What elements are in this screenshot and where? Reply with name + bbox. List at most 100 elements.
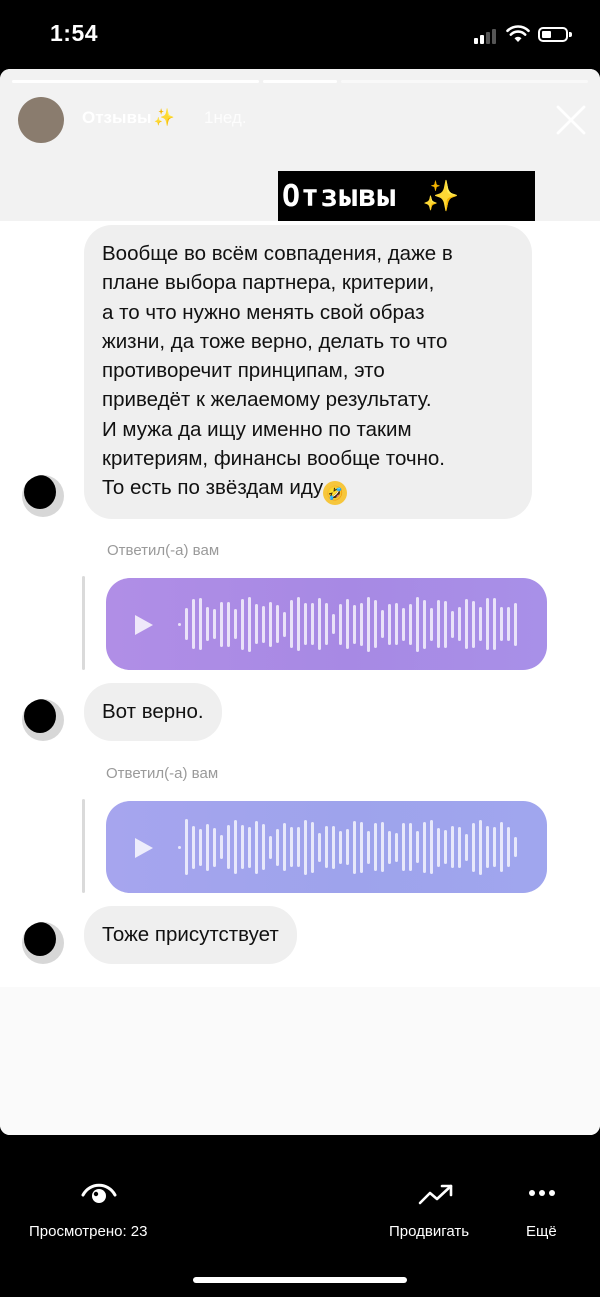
status-bar: 1:54 xyxy=(0,0,600,70)
waveform-bar xyxy=(367,596,370,652)
waveform-bar xyxy=(507,827,510,867)
waveform-bar xyxy=(234,609,237,639)
waveform-bar xyxy=(472,600,475,648)
eye-icon[interactable] xyxy=(80,1179,118,1207)
waveform-bar xyxy=(409,823,412,871)
more-button[interactable]: Ещё xyxy=(526,1223,557,1240)
waveform xyxy=(178,592,528,656)
replied-label: Ответил(-а) вам xyxy=(107,542,220,559)
home-indicator[interactable] xyxy=(193,1277,407,1283)
waveform-bar xyxy=(479,819,482,875)
waveform-bar xyxy=(395,603,398,645)
waveform-bar xyxy=(381,822,384,872)
waveform-bar xyxy=(283,823,286,871)
message-line: То есть по звёздам иду xyxy=(102,476,324,500)
trending-up-icon[interactable] xyxy=(418,1183,454,1205)
waveform-bar xyxy=(213,609,216,639)
voice-message[interactable] xyxy=(106,801,547,893)
message-bubble: Тоже присутствует xyxy=(84,906,297,964)
waveform-bar xyxy=(339,603,342,645)
waveform-bar xyxy=(437,600,440,648)
story-bottom-bar: Просмотрено: 23 Продвигать Ещё xyxy=(0,1135,600,1297)
waveform-bar xyxy=(276,605,279,643)
close-icon[interactable] xyxy=(554,103,588,137)
waveform-bar xyxy=(269,835,272,859)
waveform-bar xyxy=(381,610,384,638)
waveform-bar xyxy=(255,820,258,874)
waveform-bar xyxy=(465,833,468,861)
story-author-name-text: Отзывы xyxy=(82,108,152,127)
story-author-avatar[interactable] xyxy=(18,97,64,143)
waveform-bar xyxy=(500,607,503,641)
waveform-bar xyxy=(311,603,314,645)
message-text: Тоже присутствует xyxy=(102,923,279,947)
waveform-bar xyxy=(402,607,405,641)
waveform-bar xyxy=(346,599,349,649)
waveform-bar xyxy=(339,830,342,864)
waveform-bar xyxy=(213,827,216,867)
waveform-bar xyxy=(409,603,412,645)
waveform-bar xyxy=(360,602,363,646)
message-line: И мужа да ищу именно по таким xyxy=(102,417,412,441)
sparkles-emoji: ✨ xyxy=(422,179,460,213)
status-time: 1:54 xyxy=(50,20,99,46)
message-line-last: То есть по звёздам иду 🤣 xyxy=(102,473,514,506)
more-options-icon[interactable] xyxy=(528,1189,556,1197)
story-view[interactable]: Отзывы ✨ 1нед. Отзывы ✨ Вообще во всём со… xyxy=(0,69,600,1135)
waveform-bar xyxy=(185,819,188,875)
waveform-bar xyxy=(514,602,517,646)
title-sticker-text: Отзывы xyxy=(282,178,397,214)
waveform-bar xyxy=(241,825,244,869)
replied-label: Ответил(-а) вам xyxy=(106,765,219,782)
waveform-bar xyxy=(276,828,279,866)
story-author-name[interactable]: Отзывы ✨ xyxy=(82,108,175,128)
waveform-bar xyxy=(304,819,307,875)
message-line: а то что нужно менять свой образ xyxy=(102,300,425,324)
waveform-bar xyxy=(458,826,461,868)
waveform-bar xyxy=(332,825,335,869)
waveform-bar xyxy=(465,599,468,649)
waveform-bar xyxy=(290,827,293,867)
waveform-bar xyxy=(423,599,426,649)
waveform-bar xyxy=(269,601,272,647)
waveform-bar xyxy=(332,614,335,634)
sparkles-emoji: ✨ xyxy=(153,108,175,127)
waveform-bar xyxy=(430,820,433,874)
waveform-bar xyxy=(206,607,209,641)
waveform-bar xyxy=(220,835,223,859)
message-line: жизни, да тоже верно, делать то что xyxy=(102,329,448,353)
waveform-bar xyxy=(206,823,209,871)
play-icon[interactable] xyxy=(133,836,155,860)
voice-message[interactable] xyxy=(106,578,547,670)
waveform-bar xyxy=(388,830,391,864)
waveform-bar xyxy=(248,596,251,652)
message-line: приведёт к желаемому результату. xyxy=(102,388,432,412)
waveform-bar xyxy=(388,603,391,645)
message-line: Вообще во всём совпадения, даже в xyxy=(102,242,453,265)
waveform-bar xyxy=(199,828,202,866)
story-progress-segment xyxy=(262,80,338,83)
waveform-bar xyxy=(444,830,447,864)
sender-avatar xyxy=(22,922,64,964)
play-icon[interactable] xyxy=(133,613,155,637)
waveform-bar xyxy=(192,825,195,869)
waveform-bar xyxy=(248,826,251,868)
waveform-bar xyxy=(367,830,370,864)
waveform-bar xyxy=(416,831,419,863)
waveform-bar xyxy=(437,827,440,867)
waveform-dot xyxy=(178,845,181,849)
waveform-bar xyxy=(374,600,377,648)
waveform-bar xyxy=(290,600,293,648)
waveform xyxy=(178,815,528,879)
promote-button[interactable]: Продвигать xyxy=(389,1223,469,1240)
waveform-bar xyxy=(346,829,349,865)
story-progress-segment xyxy=(12,80,259,83)
waveform-bar xyxy=(479,607,482,641)
reply-indicator-line xyxy=(82,799,85,893)
waveform-bar xyxy=(304,603,307,645)
waveform-bar xyxy=(451,610,454,638)
waveform-bar xyxy=(262,605,265,643)
waveform-bar xyxy=(234,820,237,874)
views-count[interactable]: Просмотрено: 23 xyxy=(29,1223,148,1240)
story-age: 1нед. xyxy=(204,108,247,127)
